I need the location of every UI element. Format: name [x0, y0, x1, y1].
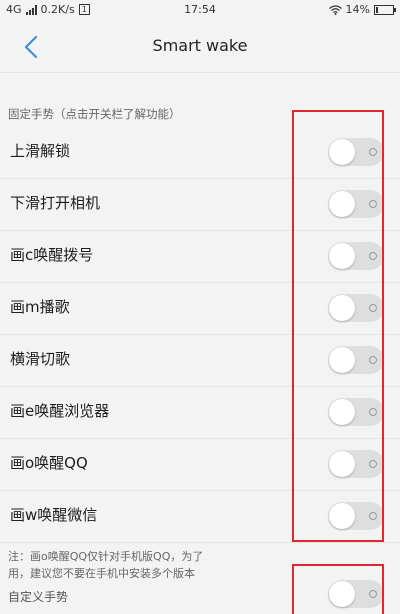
section-header: 固定手势（点击开关栏了解功能）: [8, 107, 181, 121]
gesture-label: 画c唤醒拨号: [10, 246, 94, 264]
gesture-label: 画o唤醒QQ: [10, 454, 88, 472]
custom-gesture-label: 自定义手势: [8, 590, 69, 604]
status-bar: 4G 0.2K/s 1 17:54 14%: [0, 0, 400, 22]
battery-percent: 14%: [345, 3, 370, 16]
status-right: 14%: [328, 3, 396, 16]
wifi-icon: [328, 4, 342, 15]
battery-icon: [374, 4, 396, 15]
note-text: 注：画o唤醒QQ仅针对手机版QQ，为了 用，建议您不要在手机中安装多个版本: [8, 548, 308, 582]
gesture-label: 下滑打开相机: [10, 194, 101, 212]
note-line: 注：画o唤醒QQ仅针对手机版QQ，为了: [8, 550, 204, 563]
page-title: Smart wake: [152, 36, 248, 55]
battery-fill: [376, 6, 378, 13]
gesture-label: 横滑切歌: [10, 350, 71, 368]
gesture-label: 画m播歌: [10, 298, 70, 316]
gesture-label: 画w唤醒微信: [10, 506, 98, 524]
highlight-box: [292, 110, 384, 542]
note-line: 用，建议您不要在手机中安装多个版本: [8, 567, 195, 580]
highlight-box: [292, 564, 384, 614]
gesture-label: 上滑解锁: [10, 142, 71, 160]
gesture-label: 画e唤醒浏览器: [10, 402, 110, 420]
header: Smart wake: [0, 22, 400, 73]
